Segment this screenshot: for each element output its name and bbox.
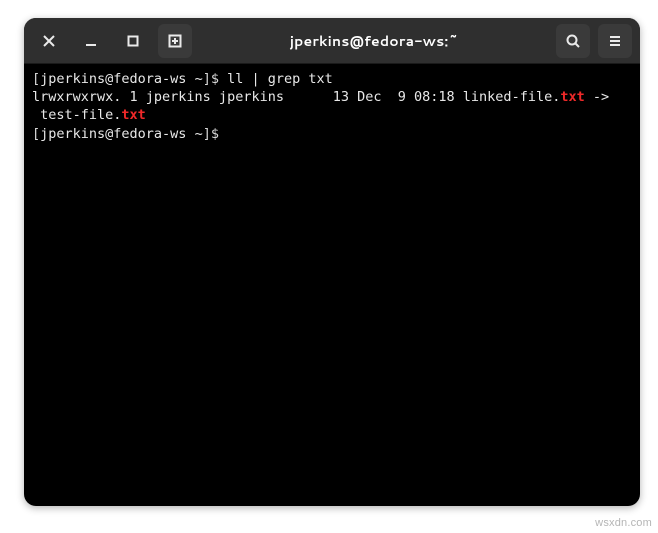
ls-target-prefix: test-file. [32, 107, 121, 123]
window-title: jperkins@fedora-ws:~ [200, 31, 548, 51]
prompt-user: jperkins@fedora-ws ~ [40, 126, 203, 142]
minimize-icon [83, 33, 99, 49]
terminal-line: [jperkins@fedora-ws ~]$ [32, 125, 632, 143]
search-button[interactable] [556, 24, 590, 58]
terminal-line: test-file.txt [32, 106, 632, 124]
ls-perms: lrwxrwxrwx. 1 jperkins jperkins [32, 89, 284, 105]
watermark: wsxdn.com [595, 517, 652, 529]
terminal-viewport[interactable]: [jperkins@fedora-ws ~]$ ll | grep txtlrw… [24, 64, 640, 506]
grep-match: txt [560, 89, 584, 105]
prompt-bracket-open: [ [32, 71, 40, 87]
prompt-bracket-open: [ [32, 126, 40, 142]
new-tab-button[interactable] [158, 24, 192, 58]
ls-symlink-arrow: -> [585, 89, 609, 105]
minimize-button[interactable] [74, 24, 108, 58]
search-icon [565, 33, 581, 49]
maximize-icon [125, 33, 141, 49]
maximize-button[interactable] [116, 24, 150, 58]
terminal-line: lrwxrwxrwx. 1 jperkins jperkins 13 Dec 9… [32, 88, 632, 106]
terminal-window: jperkins@fedora-ws:~ [jperkins@fedora-ws… [24, 18, 640, 506]
prompt-bracket-close: ]$ [203, 71, 227, 87]
command-text: ll | grep txt [227, 71, 333, 87]
terminal-line: [jperkins@fedora-ws ~]$ ll | grep txt [32, 70, 632, 88]
prompt-user: jperkins@fedora-ws ~ [40, 71, 203, 87]
ls-date: 13 Dec 9 08:18 [333, 89, 463, 105]
grep-match: txt [121, 107, 145, 123]
titlebar-right-group [556, 24, 632, 58]
hamburger-menu-icon [607, 33, 623, 49]
ls-filename-prefix: linked-file. [463, 89, 561, 105]
prompt-bracket-close: ]$ [203, 126, 227, 142]
titlebar: jperkins@fedora-ws:~ [24, 18, 640, 64]
ls-spacer [284, 89, 333, 105]
menu-button[interactable] [598, 24, 632, 58]
close-button[interactable] [32, 24, 66, 58]
close-icon [41, 33, 57, 49]
new-tab-icon [167, 33, 183, 49]
